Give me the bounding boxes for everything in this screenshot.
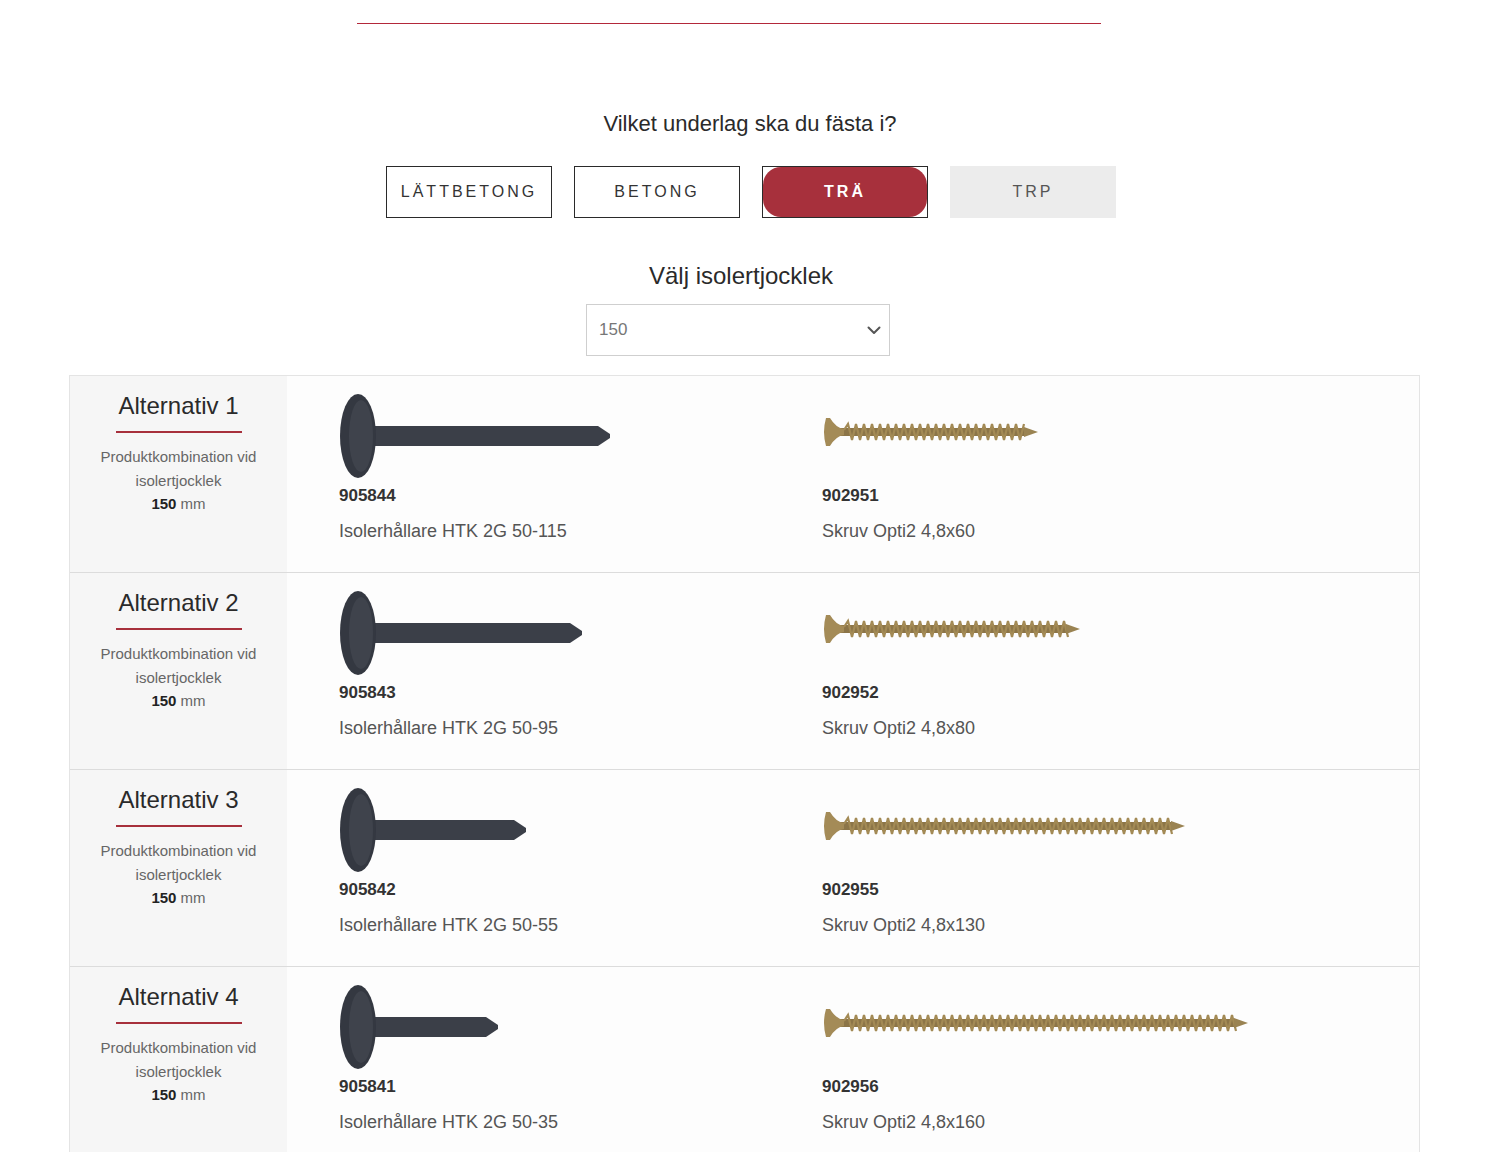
- title-underline: [116, 1022, 242, 1024]
- product-name: Skruv Opti2 4,8x160: [822, 1110, 985, 1134]
- alternative-title: Alternativ 3: [118, 785, 238, 815]
- product-name: Skruv Opti2 4,8x80: [822, 716, 975, 740]
- holder-product[interactable]: 905844 Isolerhållare HTK 2G 50-115: [287, 376, 822, 572]
- alternatives-table: Alternativ 1 Produktkombination vid isol…: [69, 375, 1420, 1152]
- product-name: Isolerhållare HTK 2G 50-115: [339, 519, 567, 543]
- product-name: Isolerhållare HTK 2G 50-95: [339, 716, 558, 740]
- product-code: 905842: [339, 878, 396, 902]
- thickness-label: Välj isolertjocklek: [0, 261, 1500, 291]
- page: Vilket underlag ska du fästa i? LÄTTBETO…: [0, 0, 1500, 1152]
- product-code: 902951: [822, 484, 879, 508]
- alternative-title: Alternativ 2: [118, 588, 238, 618]
- substrate-label: BETONG: [575, 167, 739, 217]
- alternative-info: Alternativ 1 Produktkombination vid isol…: [70, 376, 287, 572]
- product-code: 902952: [822, 681, 879, 705]
- alternative-info: Alternativ 4 Produktkombination vid isol…: [70, 967, 287, 1152]
- alternative-thickness: 150 mm: [151, 886, 205, 909]
- alternative-row: Alternativ 2 Produktkombination vid isol…: [70, 573, 1419, 770]
- alternative-title: Alternativ 4: [118, 982, 238, 1012]
- alternative-description: Produktkombination vid isolertjocklek: [89, 1036, 269, 1083]
- product-name: Isolerhållare HTK 2G 50-55: [339, 913, 558, 937]
- substrate-options: LÄTTBETONG BETONG TRÄ TRP: [0, 166, 1500, 218]
- screw-icon: [822, 810, 1189, 850]
- top-divider: [357, 23, 1101, 24]
- substrate-question: Vilket underlag ska du fästa i?: [0, 110, 1500, 138]
- alternative-info: Alternativ 2 Produktkombination vid isol…: [70, 573, 287, 769]
- substrate-label: LÄTTBETONG: [387, 167, 551, 217]
- screw-product[interactable]: 902955 Skruv Opti2 4,8x130: [822, 770, 1419, 966]
- title-underline: [116, 628, 242, 630]
- screw-product[interactable]: 902956 Skruv Opti2 4,8x160: [822, 967, 1419, 1152]
- substrate-button[interactable]: LÄTTBETONG: [386, 166, 552, 218]
- product-name: Skruv Opti2 4,8x60: [822, 519, 975, 543]
- product-code: 905841: [339, 1075, 396, 1099]
- title-underline: [116, 431, 242, 433]
- alternative-description: Produktkombination vid isolertjocklek: [89, 642, 269, 689]
- alternative-thickness: 150 mm: [151, 689, 205, 712]
- insulation-holder-icon: [339, 984, 502, 1070]
- alternative-row: Alternativ 1 Produktkombination vid isol…: [70, 376, 1419, 573]
- product-name: Isolerhållare HTK 2G 50-35: [339, 1110, 558, 1134]
- chevron-down-icon: [867, 326, 881, 335]
- product-code: 902956: [822, 1075, 879, 1099]
- screw-icon: [822, 416, 1042, 456]
- title-underline: [116, 825, 242, 827]
- insulation-holder-icon: [339, 393, 614, 479]
- product-code: 902955: [822, 878, 879, 902]
- holder-product[interactable]: 905843 Isolerhållare HTK 2G 50-95: [287, 573, 822, 769]
- alternative-description: Produktkombination vid isolertjocklek: [89, 445, 269, 492]
- product-code: 905844: [339, 484, 396, 508]
- alternative-info: Alternativ 3 Produktkombination vid isol…: [70, 770, 287, 966]
- substrate-label: TRÄ: [763, 167, 927, 217]
- holder-product[interactable]: 905842 Isolerhållare HTK 2G 50-55: [287, 770, 822, 966]
- alternative-thickness: 150 mm: [151, 492, 205, 515]
- alternative-description: Produktkombination vid isolertjocklek: [89, 839, 269, 886]
- substrate-button[interactable]: TRÄ: [762, 166, 928, 218]
- thickness-value: 150: [599, 320, 627, 340]
- alternative-row: Alternativ 4 Produktkombination vid isol…: [70, 967, 1419, 1152]
- substrate-button[interactable]: TRP: [950, 166, 1116, 218]
- screw-product[interactable]: 902952 Skruv Opti2 4,8x80: [822, 573, 1419, 769]
- product-name: Skruv Opti2 4,8x130: [822, 913, 985, 937]
- substrate-label: TRP: [951, 167, 1115, 217]
- screw-icon: [822, 1007, 1252, 1047]
- screw-icon: [822, 613, 1084, 653]
- substrate-button[interactable]: BETONG: [574, 166, 740, 218]
- insulation-holder-icon: [339, 590, 586, 676]
- thickness-select[interactable]: 150: [586, 304, 890, 356]
- alternative-thickness: 150 mm: [151, 1083, 205, 1106]
- alternative-row: Alternativ 3 Produktkombination vid isol…: [70, 770, 1419, 967]
- insulation-holder-icon: [339, 787, 530, 873]
- screw-product[interactable]: 902951 Skruv Opti2 4,8x60: [822, 376, 1419, 572]
- alternative-title: Alternativ 1: [118, 391, 238, 421]
- holder-product[interactable]: 905841 Isolerhållare HTK 2G 50-35: [287, 967, 822, 1152]
- product-code: 905843: [339, 681, 396, 705]
